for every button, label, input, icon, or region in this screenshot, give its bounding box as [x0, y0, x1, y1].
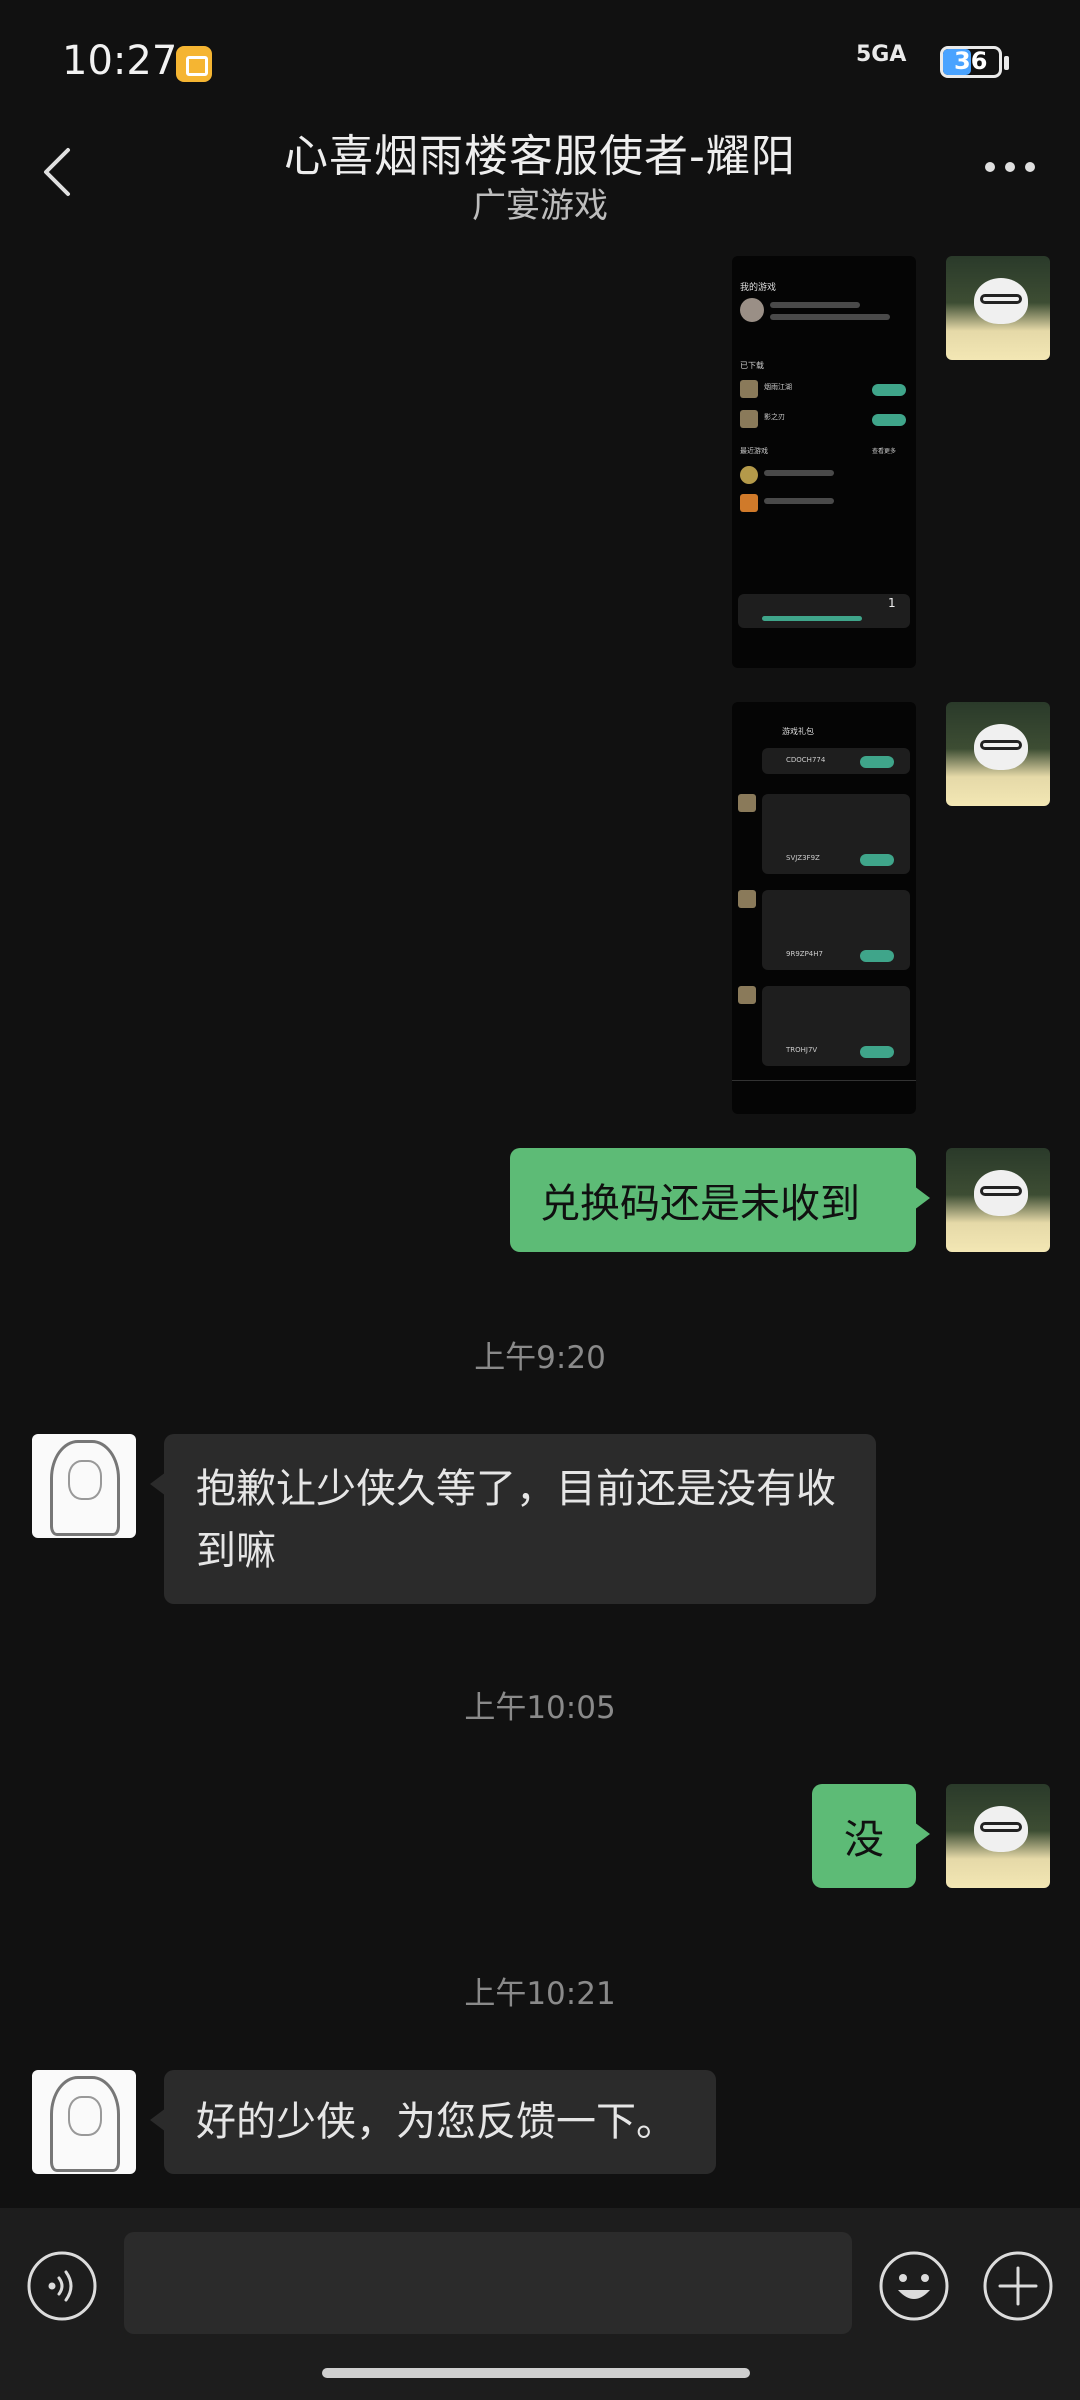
- ss-line: [764, 470, 834, 476]
- ss-copy-button: [860, 756, 894, 768]
- ss-header-title: 我的游戏: [740, 283, 777, 293]
- message-input[interactable]: [124, 2232, 852, 2334]
- ss-recent-icon: [740, 466, 758, 484]
- ss-code-3: 9R9ZP4H7: [786, 950, 823, 958]
- ss-sender-icon: [738, 890, 756, 908]
- agent-avatar[interactable]: [32, 2070, 136, 2174]
- home-indicator[interactable]: [322, 2368, 750, 2378]
- ss-game-1: 烟雨江湖: [764, 383, 792, 391]
- ss-recent-icon: [740, 494, 758, 512]
- ss-open-button: [872, 414, 906, 426]
- chat-subtitle: 广宴游戏: [472, 186, 608, 226]
- ss-section-recent: 最近游戏: [740, 447, 768, 455]
- ss-line: [770, 302, 860, 308]
- timestamp: 上午10:21: [464, 1976, 616, 2012]
- ss-code-4: TROHJ7V: [786, 1046, 818, 1054]
- ss-open-button: [872, 384, 906, 396]
- notes-app-icon: [176, 46, 212, 82]
- more-options-icon[interactable]: [980, 160, 1040, 174]
- ss-header-title: 游戏礼包: [782, 727, 814, 736]
- ss-divider: [732, 1080, 916, 1081]
- voice-input-icon[interactable]: [26, 2250, 98, 2322]
- my-avatar[interactable]: [946, 1784, 1050, 1888]
- ss-game-icon: [740, 410, 758, 428]
- ss-code-1: CDOCH774: [786, 756, 826, 764]
- ss-line: [764, 498, 834, 504]
- my-avatar[interactable]: [946, 256, 1050, 360]
- timestamp: 上午9:20: [474, 1340, 606, 1376]
- plus-icon[interactable]: [982, 2250, 1054, 2322]
- status-time: 10:27: [62, 38, 178, 84]
- message-bubble-received[interactable]: 好的少侠，为您反馈一下。: [150, 2070, 716, 2174]
- ss-copy-button: [860, 1046, 894, 1058]
- my-avatar[interactable]: [946, 702, 1050, 806]
- ss-copy-button: [860, 950, 894, 962]
- message-bubble-sent[interactable]: 兑换码还是未收到: [510, 1148, 930, 1252]
- ss-code-2: SVJZ3F9Z: [786, 854, 820, 862]
- ss-progress-bar: [762, 616, 862, 621]
- emoji-icon[interactable]: [878, 2250, 950, 2322]
- ss-line: [770, 314, 890, 320]
- ss-more-link: 查看更多: [872, 448, 897, 455]
- ss-copy-button: [860, 854, 894, 866]
- ss-avatar: [740, 298, 764, 322]
- ss-game-icon: [740, 380, 758, 398]
- back-icon[interactable]: [38, 146, 78, 198]
- chat-title: 心喜烟雨楼客服使者-耀阳: [284, 131, 796, 182]
- my-avatar[interactable]: [946, 1148, 1050, 1252]
- message-bubble-sent[interactable]: 没: [812, 1784, 930, 1888]
- battery-tip: [1004, 56, 1009, 70]
- agent-avatar[interactable]: [32, 1434, 136, 1538]
- network-type: 5GA: [856, 42, 907, 67]
- image-message-my-games[interactable]: 我的游戏 已下载 烟雨江湖 影之刃 最近游戏 查看更多 1: [732, 256, 916, 668]
- battery-level: 36: [954, 47, 988, 75]
- ss-count: 1: [888, 596, 896, 610]
- timestamp: 上午10:05: [464, 1690, 616, 1726]
- ss-sender-icon: [738, 986, 756, 1004]
- ss-sender-icon: [738, 794, 756, 812]
- message-bubble-received[interactable]: 抱歉让少侠久等了，目前还是没有收到嘛: [150, 1434, 876, 1604]
- ss-section-downloaded: 已下载: [740, 361, 764, 370]
- ss-game-2: 影之刃: [764, 413, 785, 421]
- ss-progress-card: [738, 594, 910, 628]
- image-message-gift-codes[interactable]: 游戏礼包 CDOCH774 SVJZ3F9Z 9R9ZP4H7 TROHJ7V: [732, 702, 916, 1114]
